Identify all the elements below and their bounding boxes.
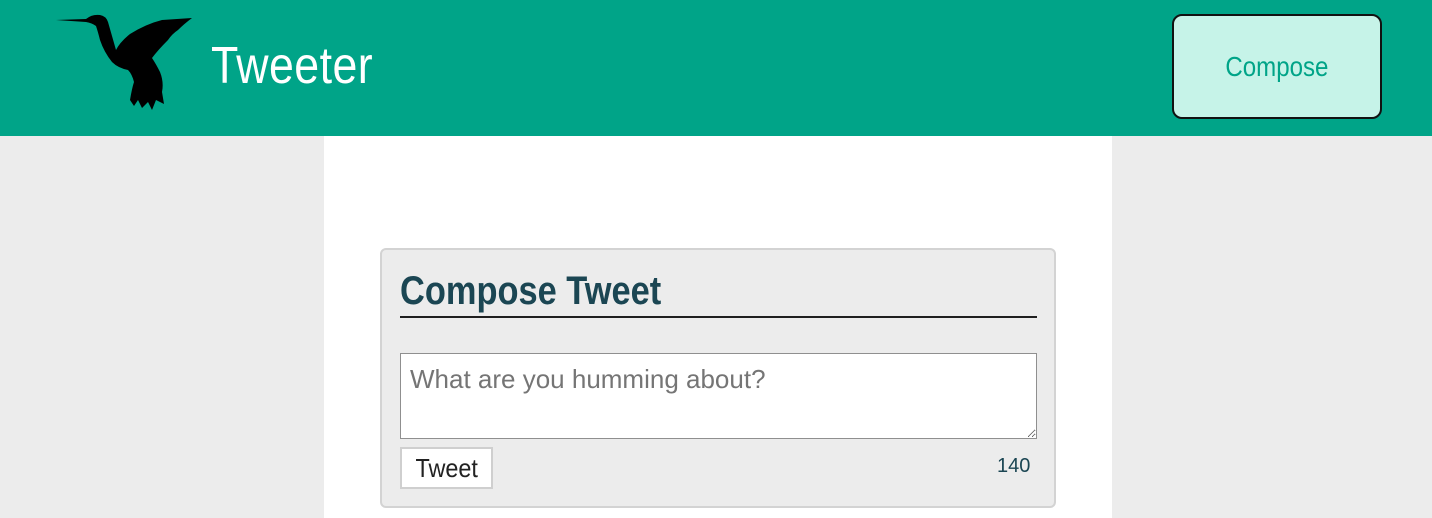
char-counter: 140 bbox=[997, 455, 1031, 477]
compose-button-label: Compose bbox=[1225, 50, 1329, 82]
main-container: Compose Tweet Tweet 140 bbox=[324, 136, 1112, 518]
brand-title: Tweeter bbox=[211, 37, 374, 95]
top-navbar: Tweeter Compose bbox=[0, 0, 1432, 136]
compose-tweet-heading: Compose Tweet bbox=[400, 266, 1037, 318]
tweet-submit-button[interactable]: Tweet bbox=[400, 447, 493, 489]
compose-tweet-title: Compose Tweet bbox=[400, 269, 662, 313]
tweet-text-input[interactable] bbox=[400, 353, 1037, 439]
compose-button[interactable]: Compose bbox=[1172, 14, 1382, 119]
hummingbird-icon bbox=[56, 14, 192, 110]
compose-tweet-panel: Compose Tweet Tweet 140 bbox=[380, 248, 1056, 508]
tweet-submit-label: Tweet bbox=[415, 452, 478, 483]
